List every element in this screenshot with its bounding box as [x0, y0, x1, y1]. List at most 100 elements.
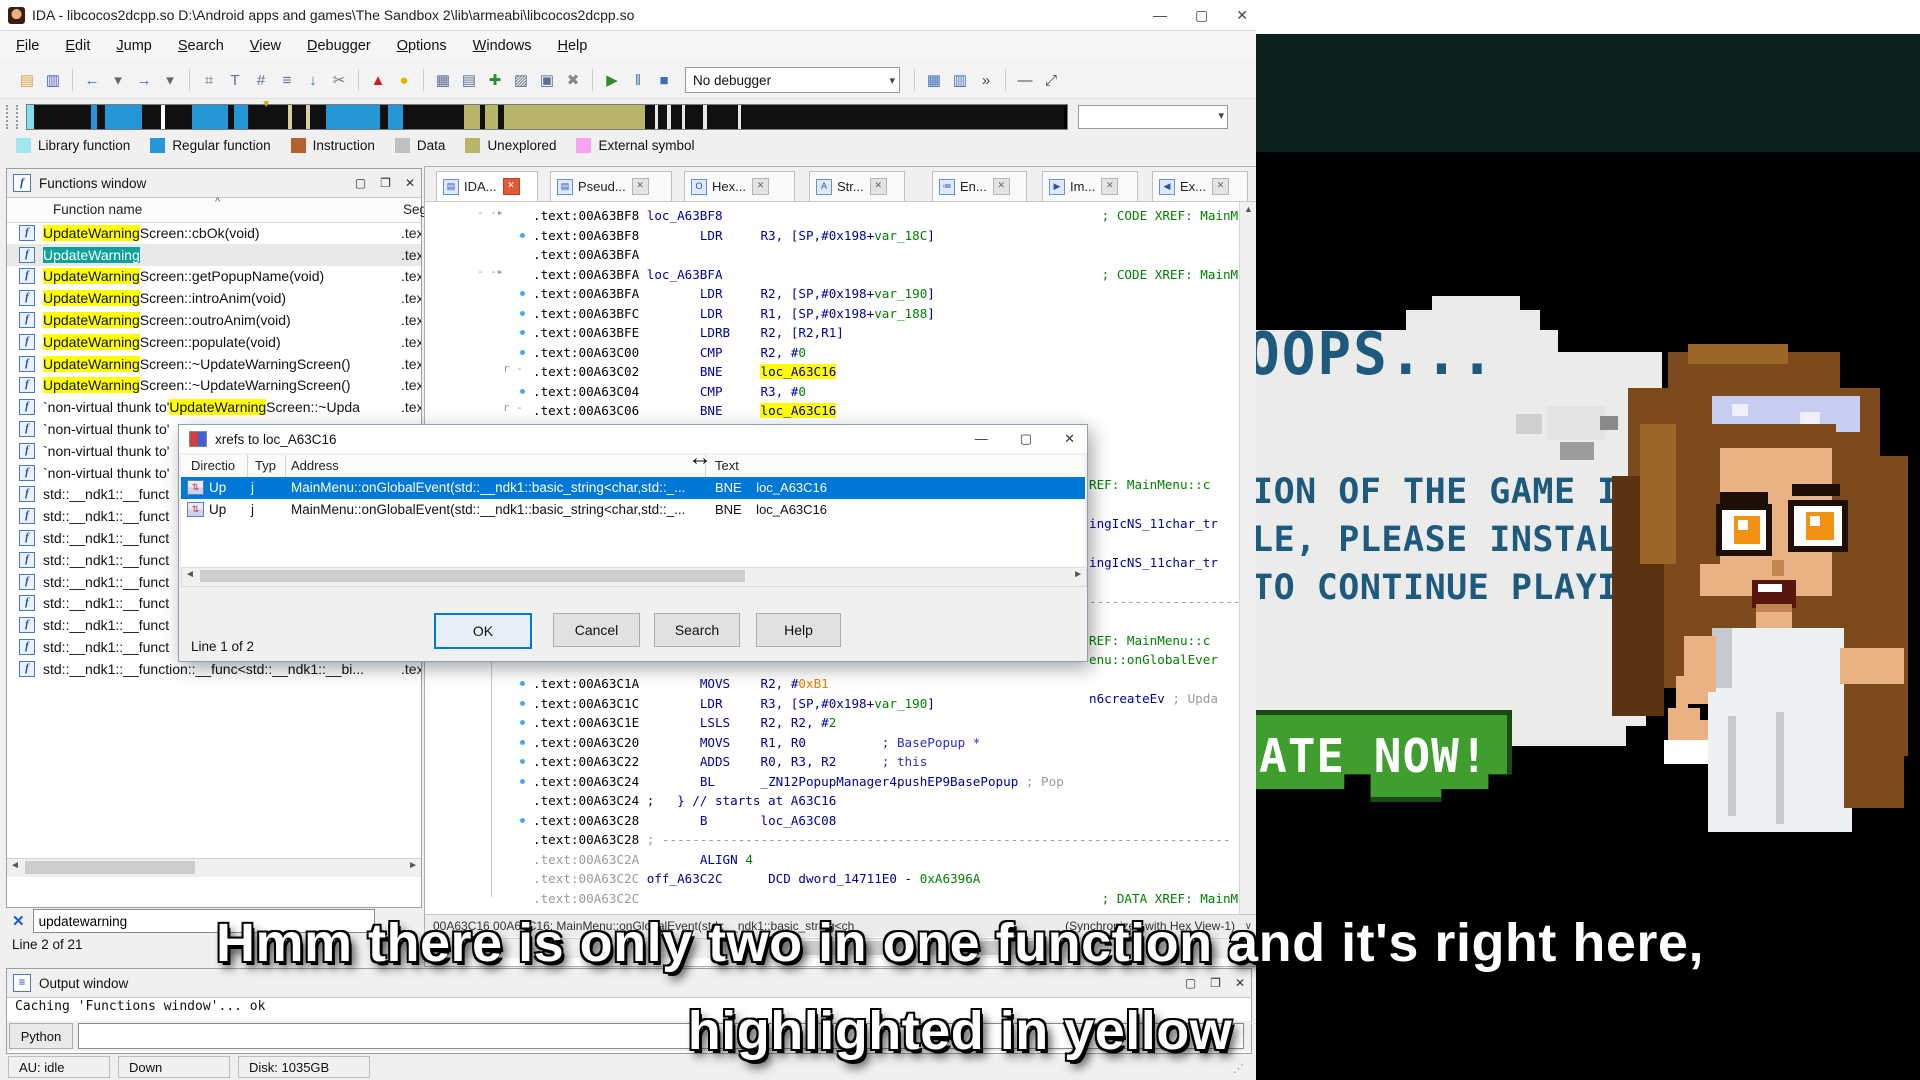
toolbar-breakpoint-warning-button[interactable]: ▲: [366, 68, 390, 92]
cancel-button[interactable]: Cancel: [553, 613, 640, 647]
menu-windows[interactable]: Windows: [473, 38, 532, 54]
xref-row[interactable]: ⇅UpjMainMenu::onGlobalEvent(std::__ndk1:…: [181, 499, 1085, 521]
tab-close-icon[interactable]: ✕: [993, 178, 1010, 195]
menu-search[interactable]: Search: [178, 38, 224, 54]
dialog-close-button[interactable]: ✕: [1064, 431, 1075, 447]
toolbar-chart-calls-button[interactable]: ▤: [457, 68, 481, 92]
disassembly-line[interactable]: .text:00A63C1E LSLS R2, R2, #2: [533, 713, 836, 733]
disassembly-line[interactable]: .text:00A63BFA: [533, 245, 639, 265]
toolbar-windows-list-button[interactable]: ▦: [922, 68, 946, 92]
disassembly-line[interactable]: .text:00A63C2A ALIGN 4: [533, 850, 753, 870]
scroll-thumb[interactable]: [200, 570, 745, 582]
disassembly-line[interactable]: .text:00A63C20 MOVS R1, R0 ; BasePopup *: [533, 733, 980, 753]
disassembly-line[interactable]: .text:00A63C22 ADDS R0, R3, R2 ; this: [533, 752, 927, 772]
tab-close-icon[interactable]: ✕: [1212, 178, 1229, 195]
toolbar-save-file-button[interactable]: ▥: [41, 68, 65, 92]
toolbar-debug-run-button[interactable]: ▶: [600, 68, 624, 92]
function-list-item[interactable]: fUpdateWarningScreen::~UpdateWarningScre…: [7, 375, 421, 397]
scroll-right-icon[interactable]: ►: [1073, 569, 1083, 580]
navband-drag-handle[interactable]: [6, 105, 18, 129]
disassembly-line[interactable]: .text:00A63C24 BL _ZN12PopupManager4push…: [533, 772, 1064, 792]
tab-close-icon[interactable]: ✕: [752, 178, 769, 195]
menu-jump[interactable]: Jump: [116, 38, 151, 54]
maximize-button[interactable]: ▢: [1195, 7, 1208, 24]
menu-debugger[interactable]: Debugger: [307, 38, 371, 54]
toolbar-jump-by-address-button[interactable]: ⌗: [197, 68, 221, 92]
close-panel-button[interactable]: ✕: [1235, 976, 1245, 990]
maximize-panel-button[interactable]: ▢: [1185, 976, 1196, 990]
functions-hscrollbar[interactable]: ◄ ►: [7, 858, 421, 877]
function-list-item[interactable]: f`non-virtual thunk to'UpdateWarningScre…: [7, 396, 421, 418]
toolbar-expand-toolbar-button[interactable]: ⤢: [1039, 68, 1063, 92]
toolbar-jump-down-button[interactable]: ↓: [301, 68, 325, 92]
column-separator[interactable]: [247, 455, 248, 477]
disassembly-vscrollbar[interactable]: ▲: [1239, 202, 1257, 914]
close-button[interactable]: ✕: [1236, 7, 1248, 24]
scroll-thumb[interactable]: [25, 861, 195, 874]
toolbar-jump-by-name-button[interactable]: T: [223, 68, 247, 92]
navigation-band[interactable]: [26, 104, 1068, 130]
scroll-left-icon[interactable]: ◄: [10, 860, 20, 871]
disassembly-line[interactable]: .text:00A63C2C off_A63C2C DCD dword_1471…: [533, 869, 980, 889]
function-list-item[interactable]: fUpdateWarningScreen::cbOk(void).tex: [7, 222, 421, 244]
toolbar-nav-forward-button[interactable]: →: [132, 68, 156, 92]
ok-button[interactable]: OK: [434, 613, 532, 649]
scroll-left-icon[interactable]: ◄: [185, 569, 195, 580]
toolbar-open-file-button[interactable]: ▤: [15, 68, 39, 92]
toolbar-nav-forward-dropdown-button[interactable]: ▾: [158, 68, 182, 92]
function-list-item[interactable]: fUpdateWarningScreen::introAnim(void).te…: [7, 287, 421, 309]
toolbar-cut-button[interactable]: ✂: [327, 68, 351, 92]
xrefs-dialog-titlebar[interactable]: xrefs to loc_A63C16 —▢✕: [179, 425, 1087, 453]
xref-column-text[interactable]: Text: [715, 458, 739, 473]
disassembly-line[interactable]: .text:00A63C1A MOVS R2, #0xB1: [533, 674, 829, 694]
minimize-button[interactable]: —: [1153, 7, 1167, 23]
disassembly-line[interactable]: .text:00A63BF8 loc_A63BF8 ; CODE XREF: M…: [533, 206, 1258, 226]
menu-view[interactable]: View: [250, 38, 281, 54]
disassembly-line[interactable]: .text:00A63C2C ; DATA XREF: MainMenu::c: [533, 889, 1258, 909]
menu-options[interactable]: Options: [397, 38, 447, 54]
function-list-item[interactable]: fUpdateWarningScreen::getPopupName(void)…: [7, 266, 421, 288]
toolbar-jump-by-ordinal-button[interactable]: #: [249, 68, 273, 92]
function-list-item[interactable]: fUpdateWarningScreen::outroAnim(void).te…: [7, 309, 421, 331]
toolbar-toolbar-overflow-button[interactable]: »: [974, 68, 998, 92]
column-function-name[interactable]: Function name: [53, 202, 142, 217]
xref-row[interactable]: ⇅UpjMainMenu::onGlobalEvent(std::__ndk1:…: [181, 477, 1085, 499]
tab-ex[interactable]: ◀Ex...✕: [1152, 171, 1248, 201]
xrefs-hscrollbar[interactable]: ◄ ►: [181, 567, 1087, 587]
disassembly-line[interactable]: .text:00A63C04 CMP R3, #0: [533, 382, 806, 402]
menu-edit[interactable]: Edit: [65, 38, 90, 54]
disassembly-line[interactable]: .text:00A63C28 B loc_A63C08: [533, 811, 836, 831]
disassembly-line[interactable]: .text:00A63BF8 LDR R3, [SP,#0x198+var_18…: [533, 226, 935, 246]
float-panel-button[interactable]: ❐: [1210, 976, 1221, 990]
toolbar-analysis-indicator-button[interactable]: ●: [392, 68, 416, 92]
toolbar-chart-custom-button[interactable]: ▨: [509, 68, 533, 92]
toolbar-search-binary-button[interactable]: ≡: [275, 68, 299, 92]
disassembly-line[interactable]: .text:00A63BFA loc_A63BFA ; CODE XREF: M…: [533, 265, 1258, 285]
debugger-select[interactable]: No debugger▾: [685, 67, 900, 93]
xref-column-address[interactable]: Address: [291, 458, 339, 473]
toolbar-chart-add-button[interactable]: ✚: [483, 68, 507, 92]
xref-column-typ[interactable]: Typ: [255, 458, 276, 473]
float-panel-button[interactable]: ❐: [380, 176, 391, 190]
tab-ida[interactable]: ▤IDA...✕: [436, 171, 538, 201]
dialog-maximize-button[interactable]: ▢: [1020, 431, 1032, 447]
tab-hex[interactable]: OHex...✕: [684, 171, 795, 201]
menu-file[interactable]: File: [16, 38, 39, 54]
scroll-up-icon[interactable]: ▲: [1244, 204, 1253, 214]
function-list-item[interactable]: fUpdateWarning.tex: [7, 244, 421, 266]
function-list-item[interactable]: fUpdateWarningScreen::populate(void).tex: [7, 331, 421, 353]
search-button[interactable]: Search: [654, 613, 740, 647]
disassembly-line[interactable]: .text:00A63BFC LDR R1, [SP,#0x198+var_18…: [533, 304, 935, 324]
disassembly-line[interactable]: .text:00A63C28 ; -----------------------…: [533, 830, 1231, 850]
disassembly-line[interactable]: .text:00A63C1C LDR R3, [SP,#0x198+var_19…: [533, 694, 935, 714]
disassembly-line[interactable]: .text:00A63BFE LDRB R2, [R2,R1]: [533, 323, 844, 343]
help-button[interactable]: Help: [756, 613, 841, 647]
toolbar-debug-stop-button[interactable]: ■: [652, 68, 676, 92]
disassembly-line[interactable]: .text:00A63BFA LDR R2, [SP,#0x198+var_19…: [533, 284, 935, 304]
disassembly-line[interactable]: .text:00A63C06 BNE loc_A63C16: [533, 401, 836, 421]
tab-close-icon[interactable]: ✕: [870, 178, 887, 195]
close-panel-button[interactable]: ✕: [405, 176, 415, 190]
tab-str[interactable]: AStr...✕: [809, 171, 905, 201]
navband-scale-combo[interactable]: ▾: [1078, 105, 1228, 129]
column-separator[interactable]: [285, 455, 286, 477]
